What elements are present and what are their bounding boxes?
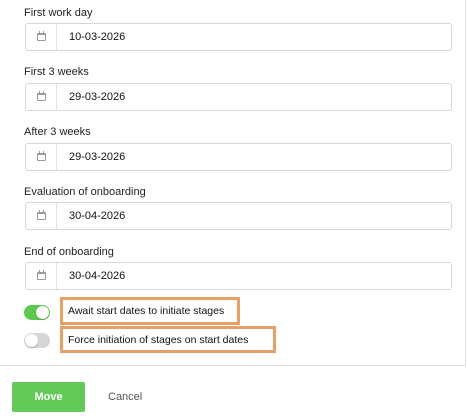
calendar-icon[interactable]: [26, 203, 57, 229]
first-3-weeks-field[interactable]: 29-03-2026: [25, 83, 452, 111]
after-3-weeks-value: 29-03-2026: [69, 151, 126, 163]
evaluation-of-onboarding-label: Evaluation of onboarding: [24, 186, 146, 198]
calendar-icon[interactable]: [26, 24, 57, 50]
first-work-day-label: First work day: [24, 7, 93, 19]
end-of-onboarding-value: 30-04-2026: [69, 270, 126, 282]
force-initiation-label: Force initiation of stages on start date…: [68, 333, 249, 346]
cancel-button[interactable]: Cancel: [108, 382, 142, 412]
force-initiation-toggle[interactable]: [24, 333, 50, 348]
toggle-knob: [25, 334, 38, 347]
end-of-onboarding-field[interactable]: 30-04-2026: [25, 262, 452, 290]
first-work-day-value: 10-03-2026: [69, 31, 126, 43]
end-of-onboarding-label: End of onboarding: [24, 246, 114, 258]
first-3-weeks-label: First 3 weeks: [24, 66, 89, 78]
calendar-icon[interactable]: [26, 263, 57, 289]
await-start-dates-label: Await start dates to initiate stages: [68, 305, 225, 317]
await-start-dates-option: Await start dates to initiate stages: [60, 297, 240, 325]
calendar-icon[interactable]: [26, 84, 57, 110]
stage-dates-panel: First work day 10-03-2026 First 3 weeks …: [0, 0, 466, 366]
first-work-day-field[interactable]: 10-03-2026: [25, 23, 452, 51]
calendar-icon[interactable]: [26, 144, 57, 170]
after-3-weeks-field[interactable]: 29-03-2026: [25, 143, 452, 171]
await-start-dates-toggle[interactable]: [24, 305, 50, 320]
move-button[interactable]: Move: [12, 382, 85, 412]
after-3-weeks-label: After 3 weeks: [24, 126, 91, 138]
first-3-weeks-value: 29-03-2026: [69, 91, 126, 103]
evaluation-of-onboarding-value: 30-04-2026: [69, 210, 126, 222]
toggle-knob: [36, 306, 49, 319]
force-initiation-option: Force initiation of stages on start date…: [60, 326, 276, 353]
evaluation-of-onboarding-field[interactable]: 30-04-2026: [25, 202, 452, 230]
